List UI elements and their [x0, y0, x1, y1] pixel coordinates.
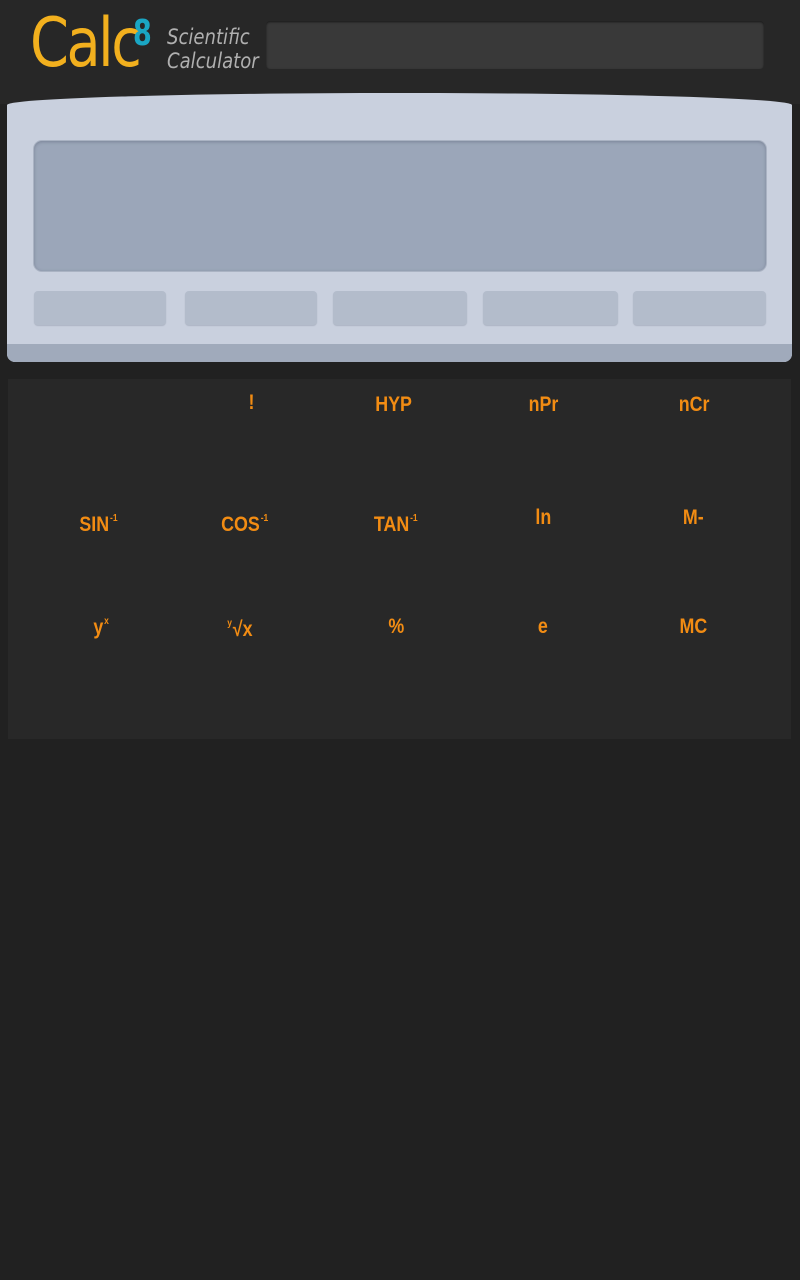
memory-button-5[interactable] — [633, 291, 766, 325]
expression-input[interactable] — [266, 21, 764, 69]
result-screen — [34, 141, 766, 271]
arcsin-key[interactable]: SIN-1 — [23, 489, 173, 549]
display-panel — [7, 93, 792, 362]
arctan-key[interactable]: TAN-1 — [321, 489, 471, 549]
arccos-key[interactable]: COS-1 — [170, 489, 320, 549]
app-subtitle-line1: Scientific — [167, 25, 250, 49]
memory-button-2[interactable] — [185, 291, 317, 325]
hyp-key[interactable]: HYP — [319, 375, 469, 435]
percent-key[interactable]: % — [321, 597, 471, 657]
app-logo-superscript: 8 — [133, 13, 152, 54]
app-subtitle-line2: Calculator — [167, 49, 259, 73]
app-header: Calc 8 Scientific Calculator — [0, 0, 800, 104]
npr-key[interactable]: nPr — [469, 375, 619, 435]
app-logo: Calc — [30, 4, 142, 83]
memory-button-3[interactable] — [333, 291, 467, 325]
euler-key[interactable]: e — [468, 597, 618, 657]
blank-key[interactable] — [26, 375, 176, 435]
scientific-keypad: ! HYP nPr nCr SIN-1 COS-1 TAN-1 ln M- yx… — [8, 379, 791, 739]
ncr-key[interactable]: nCr — [619, 375, 769, 435]
nth-root-key[interactable]: y√x — [165, 594, 315, 654]
memory-clear-key[interactable]: MC — [618, 597, 768, 657]
factorial-key[interactable]: ! — [176, 373, 326, 433]
memory-button-1[interactable] — [34, 291, 166, 325]
ln-key[interactable]: ln — [468, 488, 618, 548]
panel-base — [7, 344, 792, 362]
memory-minus-key[interactable]: M- — [618, 488, 768, 548]
memory-button-4[interactable] — [483, 291, 618, 325]
power-key[interactable]: yx — [26, 592, 176, 652]
